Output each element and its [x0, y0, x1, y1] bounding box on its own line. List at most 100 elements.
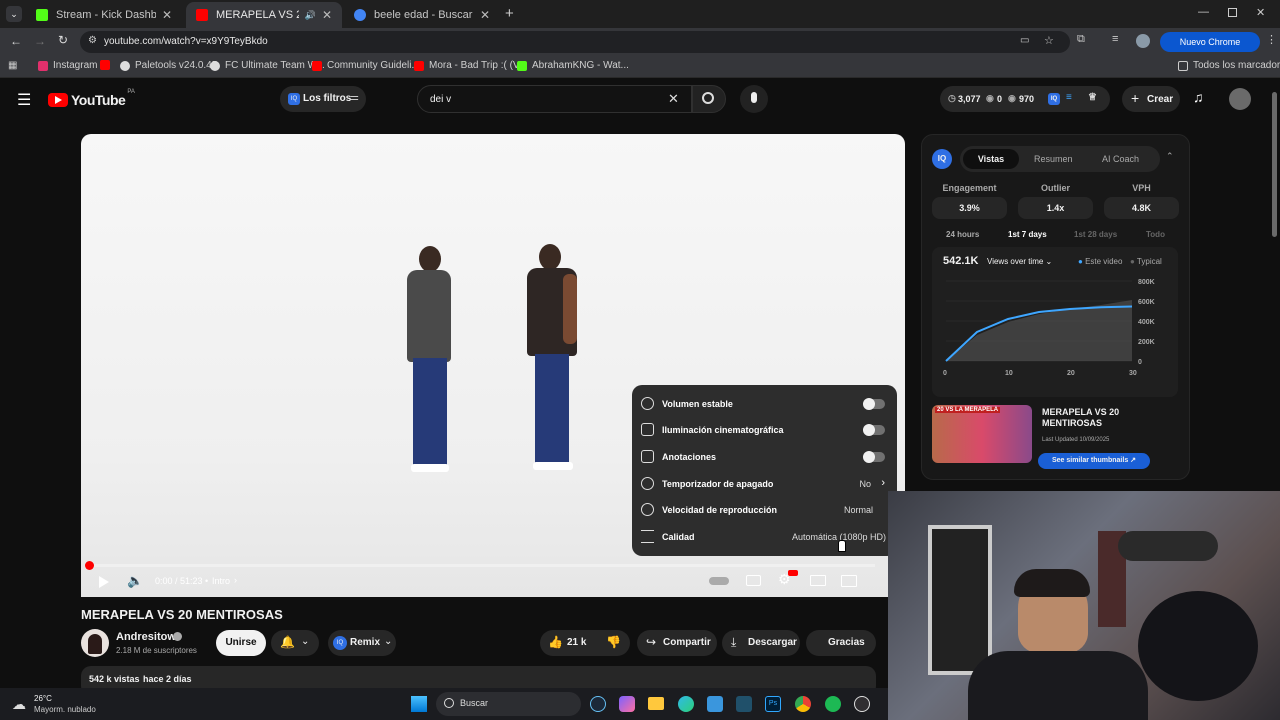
range-28d[interactable]: 1st 28 days — [1074, 230, 1117, 239]
progress-bar[interactable] — [89, 564, 875, 567]
bookmark-star-icon[interactable]: ☆ — [1044, 34, 1054, 47]
chevron-right-icon[interactable]: › — [234, 575, 237, 585]
download-button[interactable]: ⤓ Descargar — [722, 630, 800, 656]
copilot-icon[interactable] — [619, 696, 635, 712]
voice-search-button[interactable] — [740, 85, 768, 113]
play-button[interactable] — [99, 576, 109, 588]
tab-ai-coach[interactable]: AI Coach — [1102, 154, 1139, 164]
cast-icon[interactable]: ▭ — [1020, 35, 1029, 46]
join-button[interactable]: Unirse — [216, 630, 266, 656]
weather-icon[interactable]: ☁ — [12, 696, 26, 713]
filters-button[interactable]: IQ Los filtros ⚌ — [280, 86, 366, 112]
bookmark-mora[interactable]: Mora - Bad Trip :( (V... — [414, 60, 527, 71]
chrome-update-button[interactable]: Nuevo Chrome disponible — [1160, 32, 1260, 67]
notification-bell-button[interactable]: 🔔 ⌄ — [271, 630, 319, 656]
collapse-chevron-icon[interactable]: ⌃ — [1166, 151, 1174, 162]
tab-kick-dashboard[interactable]: Stream - Kick Dashboard ✕ — [26, 2, 182, 28]
hamburger-menu-icon[interactable]: ☰ — [17, 90, 31, 110]
windows-start-icon[interactable] — [411, 696, 427, 712]
iq-icon[interactable]: IQ — [1048, 93, 1060, 105]
clear-search-icon[interactable]: ✕ — [668, 91, 679, 107]
stable-volume-toggle[interactable] — [863, 398, 885, 410]
maximize-button[interactable] — [1228, 8, 1237, 17]
close-icon[interactable]: ✕ — [162, 8, 172, 22]
tab-views[interactable]: Vistas — [963, 149, 1019, 169]
chrome-icon[interactable] — [795, 696, 811, 712]
store-icon[interactable] — [707, 696, 723, 712]
theater-mode-icon[interactable] — [810, 575, 826, 586]
youtube-logo[interactable]: YouTube PA — [48, 89, 135, 108]
speaker-icon[interactable]: 🔊 — [305, 10, 316, 21]
thanks-button[interactable]: Gracias — [806, 630, 876, 656]
minimize-button[interactable]: — — [1198, 6, 1209, 18]
taskbar-search[interactable]: Buscar — [436, 692, 581, 716]
autoplay-toggle-icon[interactable] — [709, 577, 729, 585]
search-button[interactable] — [692, 85, 726, 113]
ambient-mode-toggle[interactable] — [863, 424, 885, 436]
progress-scrubber[interactable] — [85, 561, 94, 570]
settings-row-ambient-mode[interactable]: Iluminación cinematográfica — [632, 417, 897, 443]
notifications-bell-icon[interactable]: ♫ — [1193, 89, 1204, 105]
settings-row-annotations[interactable]: Anotaciones — [632, 444, 897, 470]
range-24h[interactable]: 24 hours — [946, 230, 979, 239]
similar-thumbnail[interactable]: 20 VS LA MERAPELA — [932, 405, 1032, 463]
extensions-icon[interactable]: ⧉ — [1077, 33, 1085, 46]
close-icon[interactable]: ✕ — [480, 8, 490, 22]
share-button[interactable]: ↪ Compartir — [637, 630, 717, 656]
edge-icon[interactable] — [678, 696, 694, 712]
back-icon[interactable]: ← — [10, 34, 22, 48]
see-similar-thumbnails-button[interactable]: See similar thumbnails ↗ — [1038, 453, 1150, 469]
range-7d[interactable]: 1st 7 days — [1008, 230, 1047, 239]
annotations-toggle[interactable] — [863, 451, 885, 463]
apps-grid-icon[interactable]: ▦ — [8, 60, 17, 71]
reload-icon[interactable]: ↻ — [58, 33, 68, 47]
forward-icon[interactable]: → — [34, 34, 46, 48]
profile-avatar[interactable] — [1136, 34, 1150, 48]
steam-icon[interactable] — [590, 696, 606, 712]
bookmark-youtube[interactable] — [100, 60, 115, 70]
site-info-icon[interactable]: ⚙ — [88, 35, 97, 46]
tab-google-search[interactable]: beele edad - Buscar con Google ✕ — [344, 2, 500, 28]
chapter-label[interactable]: Intro — [212, 576, 230, 586]
remix-button[interactable]: IQ Remix ⌄ — [328, 630, 396, 656]
search-input[interactable]: dei v — [430, 94, 451, 105]
file-explorer-icon[interactable] — [648, 697, 664, 710]
bookmark-paletools[interactable]: Paletools v24.0.45 — [120, 60, 217, 71]
app-icon[interactable] — [736, 696, 752, 712]
volume-icon[interactable]: 🔈 — [127, 573, 143, 589]
spotify-icon[interactable] — [825, 696, 841, 712]
like-count[interactable]: 21 k — [567, 637, 586, 648]
address-bar[interactable]: ⚙ youtube.com/watch?v=x9Y9TeyBkdo ▭ ☆ — [80, 31, 1070, 53]
like-icon[interactable]: 👍 — [548, 635, 563, 649]
dislike-icon[interactable]: 👎 — [606, 635, 621, 649]
all-bookmarks[interactable]: Todos los marcadores — [1178, 60, 1280, 71]
tab-search-button[interactable]: ⌄ — [6, 6, 22, 22]
create-button[interactable]: + Crear — [1122, 86, 1180, 112]
subtitles-icon[interactable] — [746, 575, 761, 586]
tab-youtube-video[interactable]: MERAPELA VS 20 MENTIROSAS 🔊 ✕ — [186, 2, 342, 28]
settings-row-playback-speed[interactable]: Velocidad de reproducción Normal — [632, 497, 897, 523]
close-icon[interactable]: ✕ — [322, 8, 332, 22]
photoshop-icon[interactable]: Ps — [765, 696, 781, 712]
bookmark-community[interactable]: Community Guideli... — [312, 60, 420, 71]
menu-kebab-icon[interactable]: ⋮ — [1266, 33, 1277, 46]
trophy-icon[interactable]: ♕ — [1088, 92, 1097, 103]
bookmark-instagram[interactable]: Instagram — [38, 60, 97, 71]
account-avatar[interactable] — [1229, 88, 1251, 110]
list-icon[interactable]: ≡ — [1066, 92, 1072, 103]
channel-avatar[interactable] — [81, 629, 109, 657]
new-tab-button[interactable]: + — [505, 5, 514, 22]
settings-row-stable-volume[interactable]: Volumen estable — [632, 391, 897, 417]
page-scrollbar[interactable] — [1272, 92, 1277, 237]
range-all[interactable]: Todo — [1146, 230, 1165, 239]
bookmark-abrahamkng[interactable]: AbrahamKNG - Wat... — [517, 60, 629, 71]
chart-mode-dropdown[interactable]: Views over time ⌄ — [987, 257, 1052, 266]
reading-list-icon[interactable]: ≡ — [1112, 33, 1118, 45]
obs-icon[interactable] — [854, 696, 870, 712]
channel-name[interactable]: Andresitow — [116, 631, 176, 643]
tab-summary[interactable]: Resumen — [1034, 154, 1073, 164]
bookmark-fc-ultimate[interactable]: FC Ultimate Team W... — [210, 60, 325, 71]
search-box[interactable]: dei v ✕ — [417, 85, 692, 113]
settings-row-sleep-timer[interactable]: Temporizador de apagado No › — [632, 471, 897, 497]
settings-row-quality[interactable]: Calidad Automática (1080p HD) — [632, 524, 897, 550]
